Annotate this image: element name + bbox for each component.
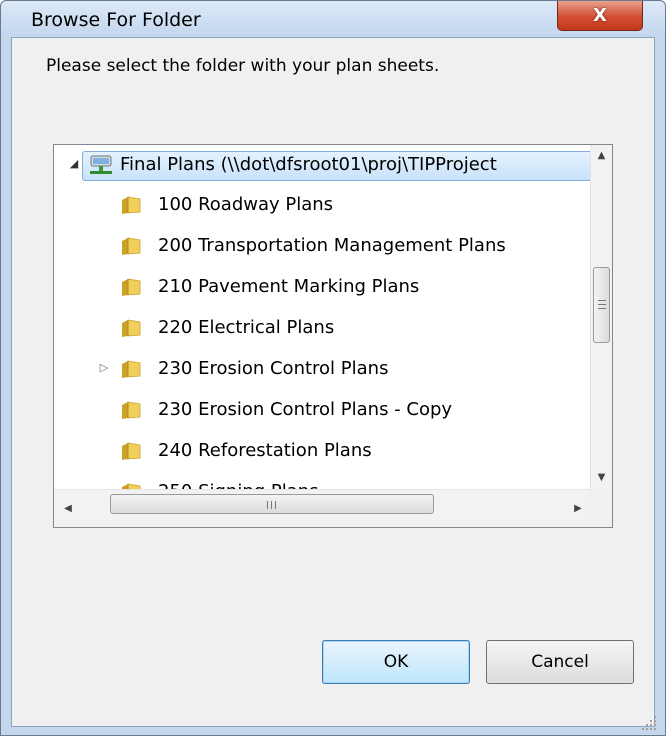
- instruction-text: Please select the folder with your plan …: [46, 56, 440, 76]
- tree-root-item[interactable]: ◢ Final Plans (\\dot\dfsroot01\proj\TIPP…: [54, 145, 598, 185]
- tree-item[interactable]: 240 Reforestation Plans: [54, 431, 594, 471]
- vertical-scroll-thumb[interactable]: [593, 267, 610, 343]
- ok-button[interactable]: OK: [322, 640, 470, 684]
- tree-item[interactable]: 210 Pavement Marking Plans: [54, 267, 594, 307]
- tree-item[interactable]: ▷ 230 Erosion Control Plans: [54, 349, 594, 389]
- tree-item[interactable]: 220 Electrical Plans: [54, 308, 594, 348]
- folder-icon: [120, 318, 142, 338]
- title-bar[interactable]: Browse For Folder X: [1, 1, 665, 37]
- network-drive-icon: [90, 155, 112, 174]
- tree-root-label: Final Plans (\\dot\dfsroot01\proj\TIPPro…: [120, 154, 497, 175]
- scroll-up-icon[interactable]: ▲: [591, 145, 612, 167]
- horizontal-scrollbar[interactable]: ◀ ▶: [54, 489, 594, 527]
- scroll-down-icon[interactable]: ▼: [591, 467, 612, 489]
- horizontal-scroll-thumb[interactable]: [110, 494, 434, 514]
- vertical-scrollbar[interactable]: ▲ ▼: [590, 145, 612, 489]
- collapse-arrow-icon[interactable]: ◢: [68, 157, 80, 171]
- dialog-title: Browse For Folder: [31, 9, 201, 31]
- scroll-left-icon[interactable]: ◀: [58, 500, 78, 518]
- folder-icon: [120, 441, 142, 461]
- folder-icon: [120, 359, 142, 379]
- tree-item-label: 240 Reforestation Plans: [158, 440, 372, 461]
- tree-item-label: 200 Transportation Management Plans: [158, 235, 506, 256]
- expand-arrow-icon[interactable]: ▷: [98, 361, 110, 375]
- resize-grip-icon[interactable]: [642, 716, 656, 730]
- tree-item-label: 220 Electrical Plans: [158, 317, 335, 338]
- scrollbar-corner: [590, 489, 612, 527]
- tree-item-label: 230 Erosion Control Plans - Copy: [158, 399, 453, 420]
- tree-item-label: 230 Erosion Control Plans: [158, 358, 389, 379]
- scroll-right-icon[interactable]: ▶: [568, 500, 588, 518]
- tree-item-label: 100 Roadway Plans: [158, 194, 334, 215]
- tree-item[interactable]: 230 Erosion Control Plans - Copy: [54, 390, 594, 430]
- folder-icon: [120, 277, 142, 297]
- folder-icon: [120, 400, 142, 420]
- folder-icon: [120, 195, 142, 215]
- tree-item[interactable]: 100 Roadway Plans: [54, 185, 594, 225]
- cancel-button[interactable]: Cancel: [486, 640, 634, 684]
- tree-item-label: 210 Pavement Marking Plans: [158, 276, 420, 297]
- close-button[interactable]: X: [557, 1, 643, 31]
- close-icon: X: [593, 5, 607, 26]
- folder-icon: [120, 236, 142, 256]
- folder-tree[interactable]: ◢ Final Plans (\\dot\dfsroot01\proj\TIPP…: [53, 144, 613, 528]
- tree-item[interactable]: 200 Transportation Management Plans: [54, 226, 594, 266]
